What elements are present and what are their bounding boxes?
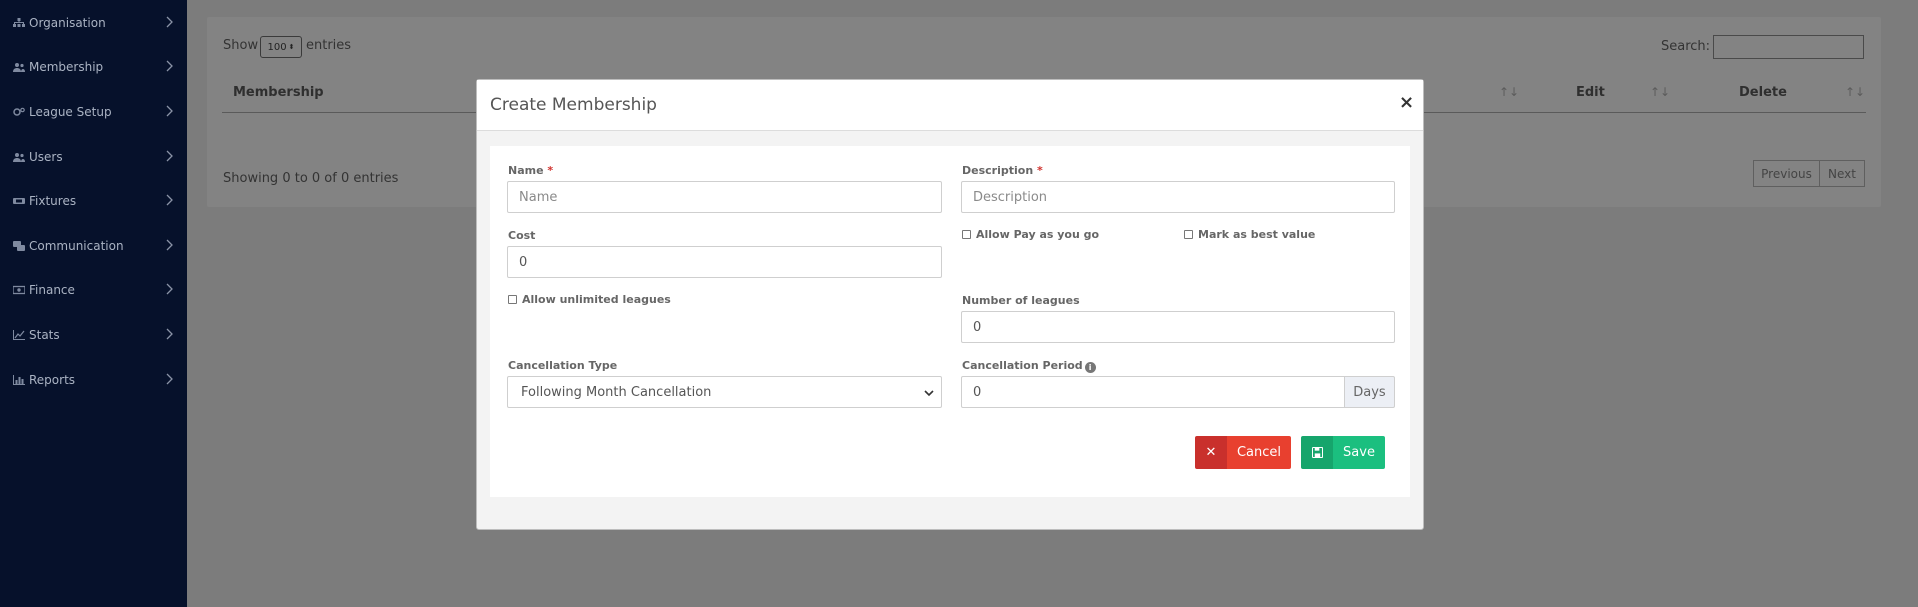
sort-icon[interactable]: ↑↓ xyxy=(1499,85,1519,99)
sidebar-item-label: Users xyxy=(29,150,63,164)
best-value-checkbox[interactable]: Mark as best value xyxy=(1184,228,1315,241)
sort-icon[interactable]: ↑↓ xyxy=(1845,85,1865,99)
ticket-icon xyxy=(12,195,26,207)
sort-icon[interactable]: ↑↓ xyxy=(1650,85,1670,99)
sidebar-item-label: Organisation xyxy=(29,16,106,30)
column-header-delete[interactable]: Delete xyxy=(1739,85,1787,100)
checkbox-label: Mark as best value xyxy=(1198,228,1316,241)
line-chart-icon xyxy=(12,329,26,341)
previous-button[interactable]: Previous xyxy=(1753,160,1820,187)
search-input[interactable] xyxy=(1713,35,1864,59)
chevron-right-icon xyxy=(165,328,177,342)
save-button-label: Save xyxy=(1333,436,1385,469)
checkbox-box[interactable] xyxy=(962,230,971,239)
sort-arrows-icon: ⬍ xyxy=(288,43,295,51)
sidebar-item-label: Reports xyxy=(29,373,76,387)
search-label: Search: xyxy=(1661,39,1711,54)
chevron-right-icon xyxy=(165,283,177,297)
sidebar-item-organisation[interactable]: Organisation xyxy=(12,12,177,34)
bar-chart-icon xyxy=(12,374,26,386)
chevron-right-icon xyxy=(165,150,177,164)
modal-title: Create Membership xyxy=(490,95,657,115)
checkbox-label: Allow Pay as you go xyxy=(976,228,1100,241)
sidebar-item-reports[interactable]: Reports xyxy=(12,369,177,391)
cancellation-period-input[interactable] xyxy=(961,376,1345,408)
sidebar-item-label: Fixtures xyxy=(29,194,77,208)
sidebar-item-label: Communication xyxy=(29,239,124,253)
floppy-disk-icon xyxy=(1301,436,1333,469)
cancel-button-label: Cancel xyxy=(1227,436,1291,469)
cogs-icon xyxy=(12,106,26,118)
cancel-button[interactable]: ✕ Cancel xyxy=(1195,436,1291,469)
days-addon: Days xyxy=(1344,376,1395,408)
chevron-right-icon xyxy=(165,16,177,30)
users-icon xyxy=(12,151,26,163)
description-input[interactable] xyxy=(961,181,1395,213)
cancellation-type-label: Cancellation Type xyxy=(508,359,618,372)
column-header-membership[interactable]: Membership xyxy=(233,85,324,100)
page-size-select[interactable]: 100 ⬍ xyxy=(260,36,302,58)
money-icon xyxy=(12,284,26,296)
next-button[interactable]: Next xyxy=(1819,160,1865,187)
chevron-down-icon xyxy=(923,387,935,399)
cancellation-type-select[interactable]: Following Month Cancellation xyxy=(507,376,942,408)
name-input[interactable] xyxy=(507,181,942,213)
column-header-edit[interactable]: Edit xyxy=(1576,85,1605,100)
sidebar-item-membership[interactable]: Membership xyxy=(12,56,177,78)
chevron-right-icon xyxy=(165,373,177,387)
sidebar-item-fixtures[interactable]: Fixtures xyxy=(12,190,177,212)
chevron-right-icon xyxy=(165,239,177,253)
page-size-value: 100 xyxy=(267,41,287,53)
sidebar-item-users[interactable]: Users xyxy=(12,146,177,168)
chevron-right-icon xyxy=(165,194,177,208)
entries-label: entries xyxy=(306,38,352,53)
modal-form: Name * Description * Cost Allow Pay as y… xyxy=(490,146,1410,497)
sidebar-item-stats[interactable]: Stats xyxy=(12,324,177,346)
close-icon[interactable]: × xyxy=(1399,92,1414,113)
chevron-right-icon xyxy=(165,60,177,74)
sidebar-item-league-setup[interactable]: League Setup xyxy=(12,101,177,123)
sidebar-item-label: Stats xyxy=(29,328,60,342)
close-icon: ✕ xyxy=(1195,436,1227,469)
info-icon[interactable]: i xyxy=(1084,362,1096,373)
description-label: Description * xyxy=(962,164,1043,177)
checkbox-box[interactable] xyxy=(1184,230,1193,239)
checkbox-box[interactable] xyxy=(508,295,517,304)
save-button[interactable]: Save xyxy=(1301,436,1385,469)
number-of-leagues-label: Number of leagues xyxy=(962,294,1080,307)
cost-label: Cost xyxy=(508,229,536,242)
users-icon xyxy=(12,61,26,73)
number-of-leagues-input[interactable] xyxy=(961,311,1395,343)
show-label: Show xyxy=(223,38,259,53)
sidebar-item-communication[interactable]: Communication xyxy=(12,235,177,257)
comments-icon xyxy=(12,240,26,252)
sidebar-item-label: Finance xyxy=(29,283,75,297)
sidebar-item-finance[interactable]: Finance xyxy=(12,279,177,301)
sidebar-item-label: League Setup xyxy=(29,105,112,119)
name-label: Name * xyxy=(508,164,554,177)
unlimited-leagues-checkbox[interactable]: Allow unlimited leagues xyxy=(508,293,671,306)
select-value: Following Month Cancellation xyxy=(521,384,712,400)
allow-payg-checkbox[interactable]: Allow Pay as you go xyxy=(962,228,1099,241)
checkbox-label: Allow unlimited leagues xyxy=(522,293,671,306)
sidebar: Organisation Membership League Setup Use… xyxy=(0,0,187,607)
table-info: Showing 0 to 0 of 0 entries xyxy=(223,171,399,186)
cancellation-period-label: Cancellation Period i xyxy=(962,359,1096,373)
modal-header: Create Membership × xyxy=(477,80,1423,131)
sitemap-icon xyxy=(12,17,26,29)
cost-input[interactable] xyxy=(507,246,942,278)
sidebar-item-label: Membership xyxy=(29,60,104,74)
create-membership-modal: Create Membership × Name * Description *… xyxy=(476,79,1424,530)
chevron-right-icon xyxy=(165,105,177,119)
